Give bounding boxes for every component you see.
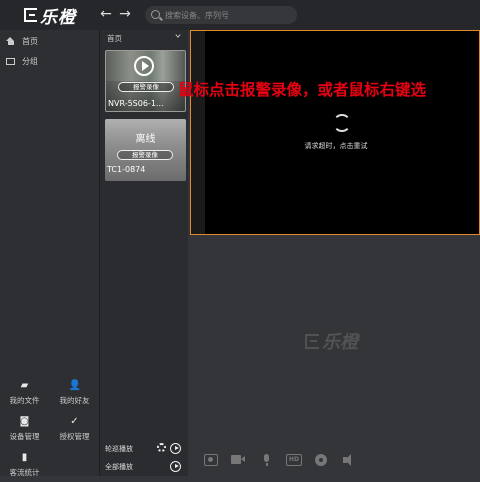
volume-icon[interactable] [343,454,357,466]
play-all-label: 全部播放 [105,463,133,471]
instruction-overlay: 鼠标点击报警录像，或者鼠标右键选 [178,80,427,99]
logo-text: 乐橙 [40,7,76,28]
authorization-management-button[interactable]: ✓ 授权管理 [50,414,99,446]
search-box[interactable] [145,6,297,24]
play-circle-icon[interactable] [170,443,181,454]
ptz-control-icon[interactable] [315,454,327,466]
microphone-icon[interactable] [260,454,274,466]
patrol-play-label: 轮巡播放 [105,445,133,453]
gear-icon[interactable] [157,443,166,452]
video-window[interactable]: 请求超时，点击重试 [190,30,480,235]
forward-arrow-icon[interactable]: → [117,6,133,22]
passenger-flow-button[interactable]: ▮ 客流统计 [0,450,49,482]
shield-check-icon: ✓ [70,416,79,427]
device-management-button[interactable]: ◙ 设备管理 [0,414,49,446]
my-files-label: 我的文件 [9,396,40,405]
app-logo: 乐橙 [24,5,76,28]
patrol-play-row[interactable]: 轮巡播放 [100,440,188,458]
alarm-record-button[interactable]: 报警录像 [117,150,173,160]
sidebar: 首页 分组 ▰ 我的文件 👤 我的好友 ◙ 设备管理 ✓ 授权管理 ▮ 客流统计 [0,30,100,477]
folder-icon [6,57,15,65]
logo-mark-icon [24,8,37,22]
offline-status: 离线 [135,134,156,145]
bar-chart-icon: ▮ [21,452,28,463]
friends-icon: 👤 [68,380,81,391]
device-panel: 首页 报警录像 NVR-5S06-1... 离线 报警录像 TC1-0874 轮… [100,30,188,476]
record-video-icon[interactable] [231,454,245,466]
authorization-management-label: 授权管理 [59,432,90,441]
device-panel-header[interactable]: 首页 [100,30,188,46]
passenger-flow-label: 客流统计 [9,468,40,477]
video-side-strip [191,31,205,234]
hd-icon[interactable]: HD [286,454,302,466]
device-name: TC1-0874 [107,165,146,174]
refresh-icon[interactable] [333,114,351,132]
device-management-label: 设备管理 [9,432,40,441]
my-files-button[interactable]: ▰ 我的文件 [0,378,49,410]
search-icon [151,10,160,19]
sidebar-item-label: 分组 [22,56,38,66]
device-name: NVR-5S06-1... [108,99,164,108]
device-panel-title: 首页 [107,34,122,43]
sidebar-item-home[interactable]: 首页 [0,31,99,51]
search-input[interactable] [165,6,290,24]
watermark-text: 乐橙 [322,332,358,353]
watermark-logo: 乐橙 [305,328,358,354]
watermark-mark-icon [305,333,319,349]
device-card[interactable]: 报警录像 NVR-5S06-1... [105,50,186,112]
my-friends-label: 我的好友 [59,396,90,405]
timeout-message[interactable]: 请求超时，点击重试 [191,141,480,151]
top-bar: 乐橙 ← → [0,0,480,30]
play-all-row[interactable]: 全部播放 [100,458,188,476]
device-camera-icon: ◙ [19,416,30,427]
back-arrow-icon[interactable]: ← [98,6,114,22]
sidebar-item-group[interactable]: 分组 [0,51,99,71]
play-icon[interactable] [134,56,154,76]
home-icon [6,37,15,45]
play-circle-icon[interactable] [170,461,181,472]
my-friends-button[interactable]: 👤 我的好友 [50,378,99,410]
device-card[interactable]: 离线 报警录像 TC1-0874 [105,119,186,181]
sidebar-item-label: 首页 [22,36,38,46]
snapshot-camera-icon[interactable] [204,454,218,466]
file-folder-icon: ▰ [20,380,29,391]
player-toolbar: HD [188,444,480,476]
alarm-record-button[interactable]: 报警录像 [118,82,174,92]
chevron-down-icon[interactable] [175,33,181,39]
